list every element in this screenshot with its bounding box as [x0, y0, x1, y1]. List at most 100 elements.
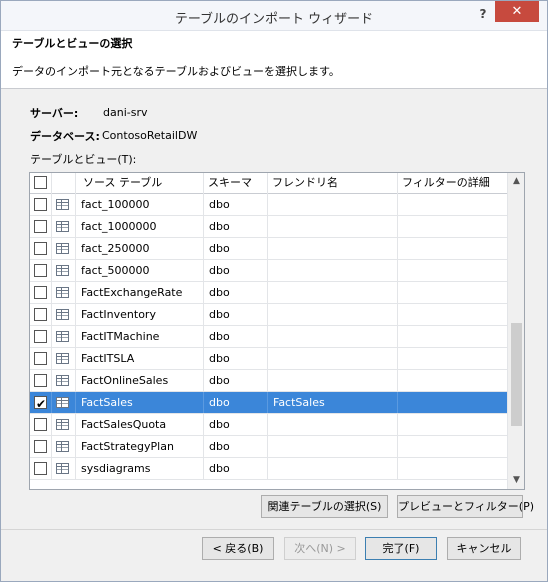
table-row[interactable]: FactInventory dbo: [30, 304, 508, 326]
friendly-name-cell[interactable]: FactSales: [268, 392, 398, 413]
scrollbar-thumb[interactable]: [511, 323, 522, 426]
title-bar: テーブルのインポート ウィザード ? ✕: [1, 1, 547, 31]
table-row[interactable]: FactITSLA dbo: [30, 348, 508, 370]
filter-details-cell[interactable]: [398, 260, 508, 281]
row-icon-cell: [52, 370, 76, 391]
table-row[interactable]: ✔ FactSales dbo FactSales: [30, 392, 508, 414]
filter-details-cell[interactable]: [398, 414, 508, 435]
friendly-name-cell[interactable]: [268, 260, 398, 281]
row-checkbox[interactable]: [34, 264, 47, 277]
filter-details-cell[interactable]: [398, 282, 508, 303]
table-icon: [56, 309, 69, 320]
column-header-friendly-name[interactable]: フレンドリ名: [268, 173, 398, 194]
scroll-down-icon[interactable]: ▼: [508, 472, 524, 489]
source-table-cell: FactSales: [76, 392, 204, 413]
friendly-name-cell[interactable]: [268, 326, 398, 347]
friendly-name-cell[interactable]: [268, 282, 398, 303]
filter-details-cell[interactable]: [398, 304, 508, 325]
cancel-button[interactable]: キャンセル: [447, 537, 521, 560]
table-row[interactable]: fact_250000 dbo: [30, 238, 508, 260]
row-checkbox[interactable]: [34, 198, 47, 211]
select-all-checkbox[interactable]: [34, 176, 47, 189]
filter-details-cell[interactable]: [398, 436, 508, 457]
friendly-name-cell[interactable]: [268, 194, 398, 215]
vertical-scrollbar[interactable]: ▲ ▼: [507, 173, 524, 489]
filter-details-cell[interactable]: [398, 458, 508, 479]
schema-cell: dbo: [204, 304, 268, 325]
friendly-name-cell[interactable]: [268, 436, 398, 457]
row-checkbox-cell: [30, 326, 52, 347]
help-button[interactable]: ?: [475, 7, 491, 25]
column-header-source-table[interactable]: ソース テーブル: [76, 173, 204, 194]
schema-cell: dbo: [204, 370, 268, 391]
row-checkbox[interactable]: [34, 330, 47, 343]
row-checkbox-cell: [30, 348, 52, 369]
server-value: dani-srv: [103, 106, 148, 119]
row-checkbox-cell: [30, 194, 52, 215]
friendly-name-cell[interactable]: [268, 458, 398, 479]
table-icon: [56, 221, 69, 232]
friendly-name-cell[interactable]: [268, 238, 398, 259]
row-checkbox[interactable]: [34, 286, 47, 299]
row-checkbox-cell: [30, 414, 52, 435]
next-button[interactable]: 次へ(N) >: [284, 537, 356, 560]
tables-views-label: テーブルとビュー(T):: [30, 153, 137, 166]
table-row[interactable]: fact_100000 dbo: [30, 194, 508, 216]
table-row[interactable]: FactITMachine dbo: [30, 326, 508, 348]
row-icon-cell: [52, 238, 76, 259]
row-checkbox[interactable]: [34, 440, 47, 453]
friendly-name-cell[interactable]: [268, 370, 398, 391]
row-checkbox[interactable]: [34, 352, 47, 365]
table-row[interactable]: sysdiagrams dbo: [30, 458, 508, 480]
row-checkbox-cell: [30, 260, 52, 281]
table-row[interactable]: FactOnlineSales dbo: [30, 370, 508, 392]
schema-cell: dbo: [204, 458, 268, 479]
scroll-up-icon[interactable]: ▲: [508, 173, 524, 190]
row-icon-cell: [52, 260, 76, 281]
schema-cell: dbo: [204, 238, 268, 259]
table-row[interactable]: FactStrategyPlan dbo: [30, 436, 508, 458]
column-header-filter-details[interactable]: フィルターの詳細: [398, 173, 508, 194]
checkmark-icon: ✔: [36, 397, 47, 411]
friendly-name-cell[interactable]: [268, 348, 398, 369]
finish-button[interactable]: 完了(F): [365, 537, 437, 560]
select-related-tables-button[interactable]: 関連テーブルの選択(S): [261, 495, 388, 518]
schema-cell: dbo: [204, 194, 268, 215]
table-row[interactable]: fact_500000 dbo: [30, 260, 508, 282]
row-checkbox-cell: [30, 216, 52, 237]
row-checkbox[interactable]: [34, 220, 47, 233]
friendly-name-cell[interactable]: [268, 216, 398, 237]
select-all-cell: [30, 173, 52, 194]
back-button[interactable]: < 戻る(B): [202, 537, 274, 560]
row-checkbox[interactable]: [34, 374, 47, 387]
database-label: データベース:: [30, 130, 100, 143]
table-row[interactable]: FactSalesQuota dbo: [30, 414, 508, 436]
row-checkbox[interactable]: [34, 308, 47, 321]
row-checkbox-cell: [30, 370, 52, 391]
filter-details-cell[interactable]: [398, 348, 508, 369]
filter-details-cell[interactable]: [398, 326, 508, 347]
column-header-schema[interactable]: スキーマ: [204, 173, 268, 194]
filter-details-cell[interactable]: [398, 216, 508, 237]
row-checkbox[interactable]: [34, 242, 47, 255]
friendly-name-cell[interactable]: [268, 414, 398, 435]
schema-cell: dbo: [204, 392, 268, 413]
page-title: テーブルとビューの選択: [12, 37, 133, 50]
table-row[interactable]: FactExchangeRate dbo: [30, 282, 508, 304]
table-icon: [56, 463, 69, 474]
filter-details-cell[interactable]: [398, 370, 508, 391]
filter-details-cell[interactable]: [398, 194, 508, 215]
filter-details-cell[interactable]: [398, 392, 508, 413]
source-table-cell: FactExchangeRate: [76, 282, 204, 303]
filter-details-cell[interactable]: [398, 238, 508, 259]
row-checkbox[interactable]: [34, 418, 47, 431]
grid-header: ソース テーブル スキーマ フレンドリ名 フィルターの詳細: [30, 173, 508, 194]
friendly-name-cell[interactable]: [268, 304, 398, 325]
row-checkbox[interactable]: [34, 462, 47, 475]
row-checkbox-cell: [30, 238, 52, 259]
close-button[interactable]: ✕: [495, 1, 539, 22]
preview-filter-button[interactable]: プレビューとフィルター(P): [397, 495, 534, 518]
database-value: ContosoRetailDW: [102, 129, 198, 142]
table-row[interactable]: fact_1000000 dbo: [30, 216, 508, 238]
row-checkbox[interactable]: ✔: [34, 396, 47, 411]
